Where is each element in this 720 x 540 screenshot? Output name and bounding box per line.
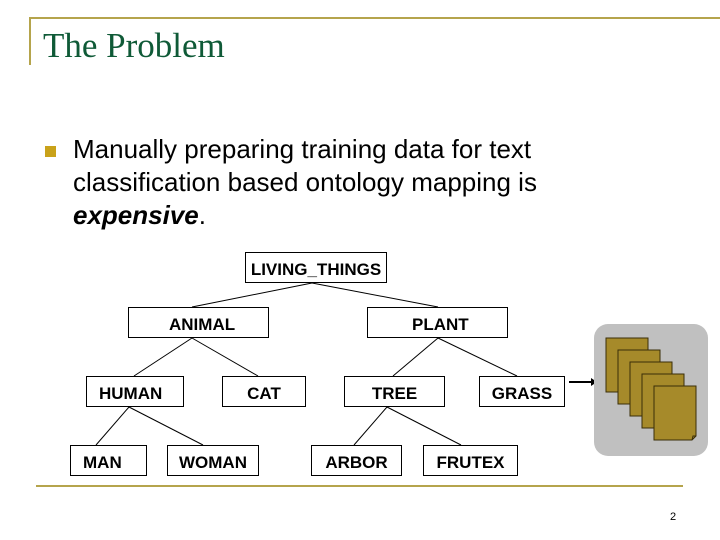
node-man: MAN: [70, 445, 147, 476]
page-number: 2: [670, 511, 677, 523]
document-sheet-front: [653, 385, 697, 441]
node-grass: GRASS: [479, 376, 565, 407]
node-living-things: LIVING_THINGS: [245, 252, 387, 283]
node-plant: PLANT: [367, 307, 508, 338]
node-frutex: FRUTEX: [423, 445, 518, 476]
documents-panel: [594, 324, 708, 456]
arrow-right-icon: [569, 378, 597, 386]
node-human: HUMAN: [86, 376, 184, 407]
node-animal: ANIMAL: [128, 307, 269, 338]
edge-tree-arbor: [353, 406, 388, 446]
edge-animal-cat: [191, 337, 259, 377]
edge-animal-human: [133, 337, 193, 377]
edge-plant-grass: [437, 337, 518, 377]
edge-human-man: [95, 406, 130, 446]
edge-plant-tree: [392, 337, 439, 377]
document-stack-icon: [605, 337, 697, 441]
node-woman: WOMAN: [167, 445, 259, 476]
node-arbor: ARBOR: [311, 445, 402, 476]
edge-tree-frutex: [386, 406, 462, 446]
footer-rule: [36, 485, 683, 487]
edge-human-woman: [128, 406, 204, 446]
edge-root-plant: [311, 282, 439, 308]
node-tree: TREE: [344, 376, 445, 407]
node-cat: CAT: [222, 376, 306, 407]
edge-root-animal: [191, 282, 313, 308]
